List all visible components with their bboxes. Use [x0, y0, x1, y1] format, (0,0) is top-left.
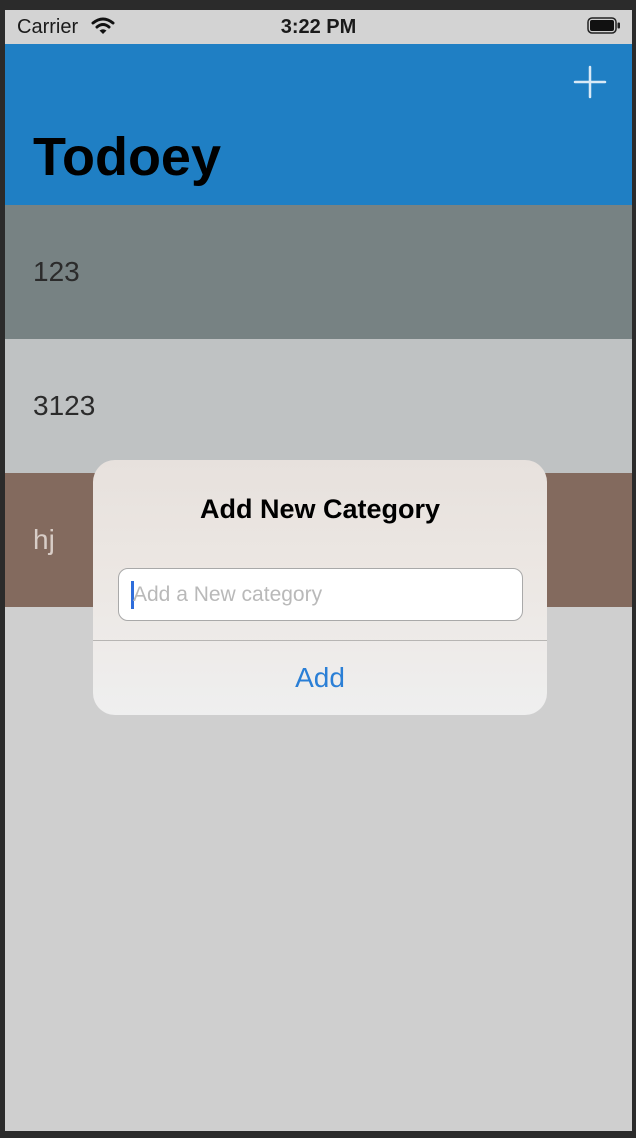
plus-icon [573, 65, 607, 99]
battery-icon [587, 17, 620, 34]
category-row[interactable]: 123 [5, 205, 632, 339]
page-title: Todoey [33, 127, 221, 187]
category-label: hj [33, 524, 55, 555]
add-category-button[interactable] [572, 64, 608, 100]
add-category-alert: Add New Category Add [93, 460, 547, 715]
category-label: 123 [33, 256, 80, 287]
category-name-input[interactable] [133, 569, 513, 620]
alert-title: Add New Category [199, 494, 441, 524]
add-button[interactable]: Add [93, 641, 547, 715]
navigation-bar: Todoey [5, 44, 632, 205]
status-bar: Carrier 3:22 PM [5, 10, 632, 44]
category-label: 3123 [33, 390, 96, 421]
app-screen: Carrier 3:22 PM Todoey 123 3123 hj Add N… [5, 10, 632, 1131]
status-time: 3:22 PM [280, 16, 357, 38]
category-row[interactable]: 3123 [5, 339, 632, 473]
category-text-field[interactable] [118, 568, 523, 621]
